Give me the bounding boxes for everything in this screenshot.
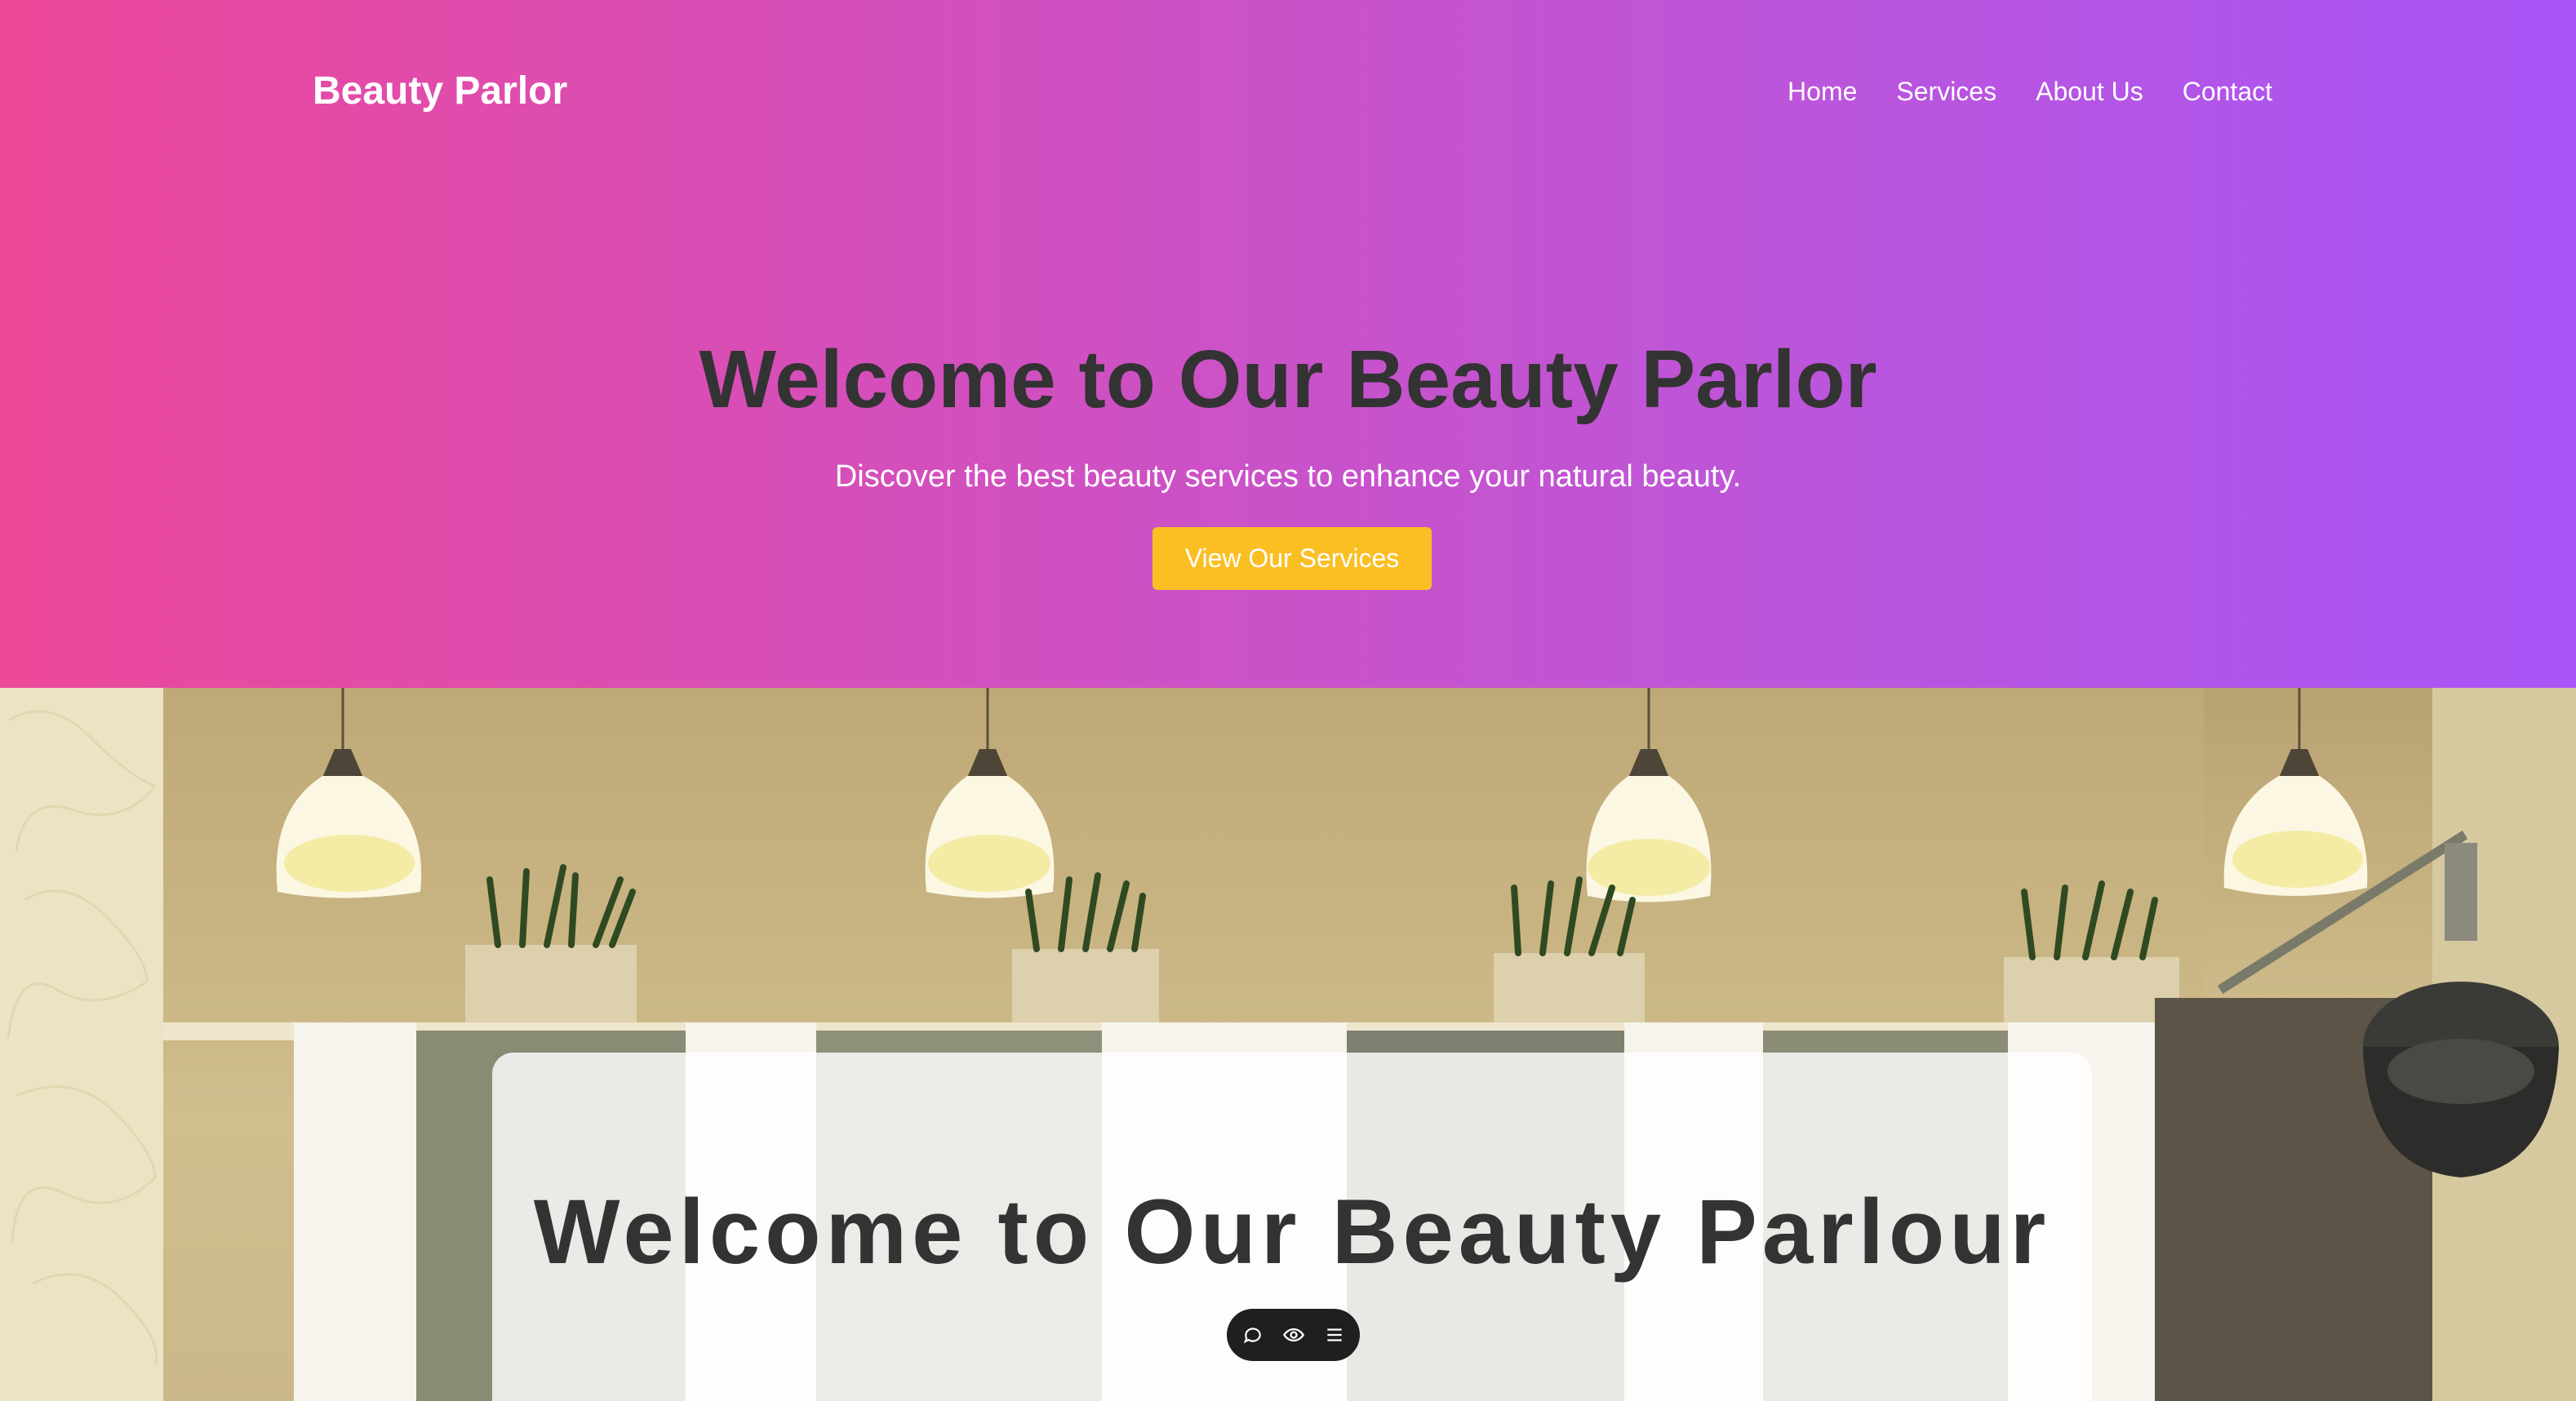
nav-links: Home Services About Us Contact [1788,73,2272,109]
floating-toolbar [1227,1309,1360,1361]
top-nav: Beauty Parlor Home Services About Us Con… [0,0,2576,184]
nav-link-services[interactable]: Services [1896,73,1996,109]
hero-title: Welcome to Our Beauty Parlor [699,334,1877,425]
hero-section: Beauty Parlor Home Services About Us Con… [0,0,2576,688]
eye-icon[interactable] [1282,1323,1305,1346]
brand-logo[interactable]: Beauty Parlor [313,69,567,114]
menu-icon[interactable] [1323,1323,1346,1346]
comment-icon[interactable] [1241,1323,1264,1346]
nav-link-home[interactable]: Home [1788,73,1857,109]
page: Beauty Parlor Home Services About Us Con… [0,0,2576,1401]
welcome-card-title: Welcome to Our Beauty Parlour [533,1181,2051,1283]
nav-link-contact[interactable]: Contact [2183,73,2272,109]
salon-photo-section: Welcome to Our Beauty Parlour [0,688,2576,1401]
hero-subtitle: Discover the best beauty services to enh… [834,459,1742,494]
view-services-button[interactable]: View Our Services [1153,527,1432,590]
nav-link-about-us[interactable]: About Us [2036,73,2143,109]
